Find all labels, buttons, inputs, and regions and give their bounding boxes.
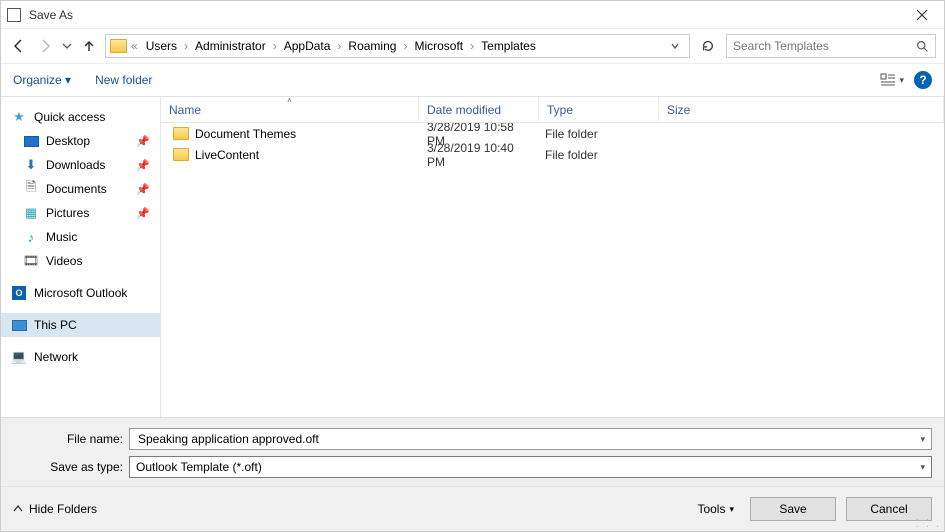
videos-icon: 🎞 [23,253,39,269]
pc-icon [11,317,27,333]
save-button[interactable]: Save [750,497,836,521]
nav-downloads[interactable]: ⬇ Downloads 📌 [1,153,160,177]
search-input[interactable]: Search Templates [726,34,936,58]
file-list-area: Name ˄ Date modified Type Size Document … [161,97,944,417]
chevron-down-icon[interactable]: ▾ [914,462,925,473]
pin-icon: 📌 [136,135,150,148]
breadcrumb-item[interactable]: Users [142,37,181,55]
nav-network[interactable]: 💻 Network [1,345,160,369]
breadcrumb-overflow[interactable]: « [129,39,140,53]
back-button[interactable] [9,36,29,56]
breadcrumb-item[interactable]: Administrator [191,37,270,55]
nav-desktop[interactable]: Desktop 📌 [1,129,160,153]
breadcrumb-item[interactable]: AppData [280,37,335,55]
save-as-type-field[interactable]: Outlook Template (*.oft) ▾ [129,456,932,478]
new-folder-button[interactable]: New folder [95,73,152,87]
folder-icon [173,148,189,161]
filename-field[interactable]: ▾ [129,428,932,450]
breadcrumb-item[interactable]: Roaming [344,37,400,55]
folder-icon [110,39,127,53]
address-bar[interactable]: « Users› Administrator› AppData› Roaming… [105,34,690,58]
up-button[interactable] [79,36,99,56]
refresh-button[interactable] [696,34,720,58]
forward-button[interactable] [35,36,55,56]
music-icon: ♪ [23,229,39,245]
nav-documents[interactable]: 🗎 Documents 📌 [1,177,160,201]
col-date[interactable]: Date modified [419,97,539,122]
column-headers: Name ˄ Date modified Type Size [161,97,944,123]
breadcrumbs: Users› Administrator› AppData› Roaming› … [142,37,669,55]
search-placeholder: Search Templates [733,39,829,53]
pictures-icon: ▦ [23,205,39,221]
desktop-icon [23,133,39,149]
navigation-pane: ★ Quick access Desktop 📌 ⬇ Downloads 📌 🗎… [1,97,161,417]
star-icon: ★ [11,109,27,125]
filename-input[interactable] [136,431,914,447]
nav-row: « Users› Administrator› AppData› Roaming… [1,29,944,63]
documents-icon: 🗎 [23,181,39,197]
nav-pictures[interactable]: ▦ Pictures 📌 [1,201,160,225]
col-type[interactable]: Type [539,97,659,122]
recent-locations-dropdown[interactable] [61,36,73,56]
hide-folders-button[interactable]: Hide Folders [13,502,97,516]
outlook-icon: O [11,285,27,301]
organize-menu[interactable]: Organize ▾ [13,73,71,87]
help-button[interactable]: ? [914,71,932,89]
breadcrumb-item[interactable]: Templates [477,37,540,55]
file-row[interactable]: Document Themes 3/28/2019 10:58 PM File … [161,123,944,144]
save-form: File name: ▾ Save as type: Outlook Templ… [1,417,944,486]
filename-label: File name: [13,432,123,446]
search-icon [916,40,929,53]
window-title: Save As [29,8,73,22]
dialog-footer: Hide Folders Tools ▾ Save Cancel [1,486,944,531]
nav-this-pc[interactable]: This PC [1,313,160,337]
nav-outlook[interactable]: O Microsoft Outlook [1,281,160,305]
toolbar: Organize ▾ New folder ▾ ? [1,63,944,97]
title-bar: Save As [1,1,944,29]
col-name[interactable]: Name ˄ [161,97,419,122]
pin-icon: 📌 [136,159,150,172]
chevron-down-icon[interactable]: ▾ [914,434,925,445]
network-icon: 💻 [11,349,27,365]
file-row[interactable]: LiveContent 3/28/2019 10:40 PM File fold… [161,144,944,165]
folder-icon [173,127,189,140]
resize-grip[interactable]: . .. . . [916,514,941,528]
col-size[interactable]: Size [659,97,944,122]
nav-quick-access[interactable]: ★ Quick access [1,105,160,129]
nav-music[interactable]: ♪ Music [1,225,160,249]
pin-icon: 📌 [136,183,150,196]
pin-icon: 📌 [136,207,150,220]
close-button[interactable] [906,3,938,27]
view-options[interactable]: ▾ [880,73,904,87]
downloads-icon: ⬇ [23,157,39,173]
breadcrumb-item[interactable]: Microsoft [410,37,467,55]
tools-menu[interactable]: Tools ▾ [691,502,740,516]
sort-ascending-icon: ˄ [161,96,418,105]
save-as-type-label: Save as type: [13,460,123,474]
nav-videos[interactable]: 🎞 Videos [1,249,160,273]
save-as-type-value: Outlook Template (*.oft) [136,460,262,474]
address-dropdown[interactable] [671,42,685,50]
window-icon [7,8,21,22]
